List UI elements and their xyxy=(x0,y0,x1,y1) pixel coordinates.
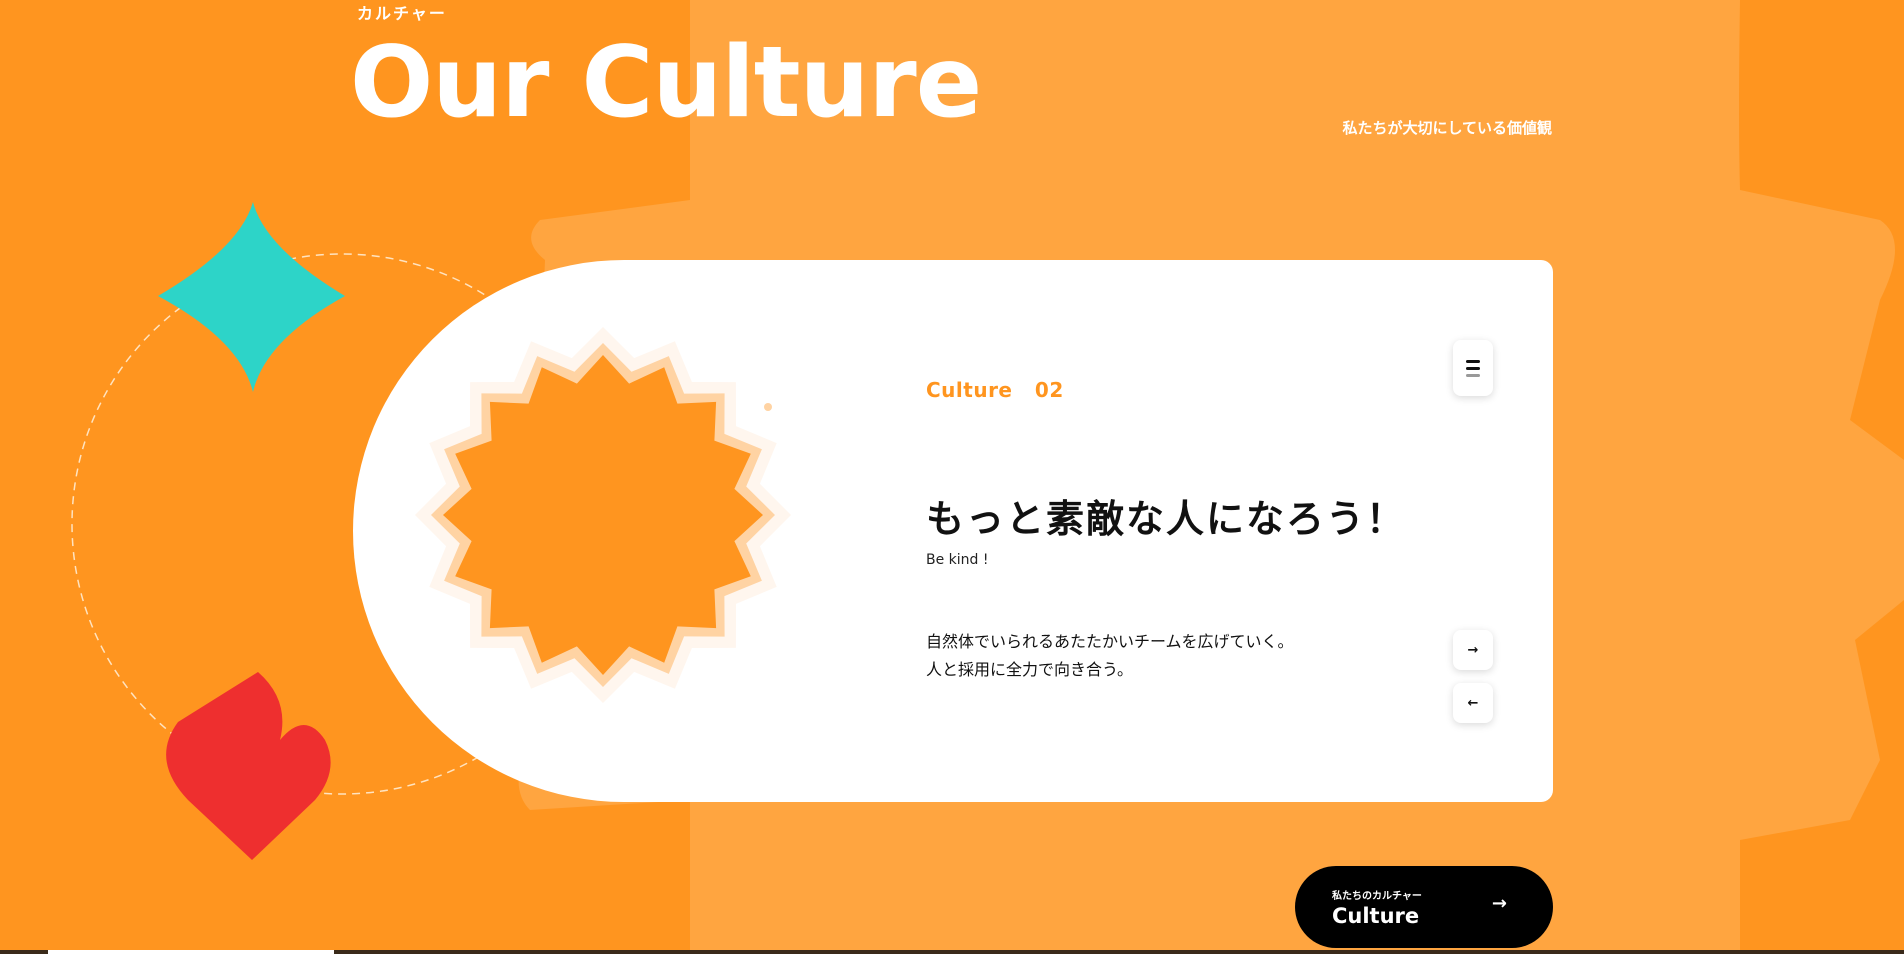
card-menu-button[interactable] xyxy=(1453,340,1493,396)
card-english-subtitle: Be kind ! xyxy=(926,552,989,568)
section-eyebrow: カルチャー xyxy=(357,4,447,23)
card-body-line: 人と採用に全力で向き合う。 xyxy=(926,660,1134,679)
page-subtitle: 私たちが大切にしている価値観 xyxy=(1342,119,1552,137)
culture-card: Culture 02 もっと素敵な人になろう！ Be kind ! 自然体でいら… xyxy=(353,260,1553,802)
decorative-dot xyxy=(764,403,772,411)
menu-icon xyxy=(1466,359,1480,363)
arrow-right-icon: → xyxy=(1491,893,1507,914)
card-label-text: Culture xyxy=(926,378,1013,402)
page-title: Our Culture xyxy=(350,26,982,140)
card-label: Culture 02 xyxy=(926,378,1064,402)
progress-indicator xyxy=(48,950,334,954)
card-heading: もっと素敵な人になろう！ xyxy=(926,497,1407,541)
card-index: 02 xyxy=(1034,378,1064,402)
page: カルチャー Our Culture 私たちが大切にしている価値観 Culture… xyxy=(0,0,1904,954)
card-body-line: 自然体でいられるあたたかいチームを広げていく。 xyxy=(926,632,1294,651)
arrow-right-icon: → xyxy=(1467,642,1479,658)
prev-slide-button[interactable]: ← xyxy=(1453,683,1493,723)
arrow-left-icon: ← xyxy=(1467,695,1479,711)
card-body: 自然体でいられるあたたかいチームを広げていく。 人と採用に全力で向き合う。 xyxy=(926,628,1294,684)
sunburst-illustration xyxy=(415,327,791,703)
cta-small-label: 私たちのカルチャー xyxy=(1332,891,1422,902)
cta-big-label: Culture xyxy=(1332,904,1420,928)
next-slide-button[interactable]: → xyxy=(1453,630,1493,670)
culture-cta-button[interactable]: 私たちのカルチャー Culture → xyxy=(1295,866,1553,948)
